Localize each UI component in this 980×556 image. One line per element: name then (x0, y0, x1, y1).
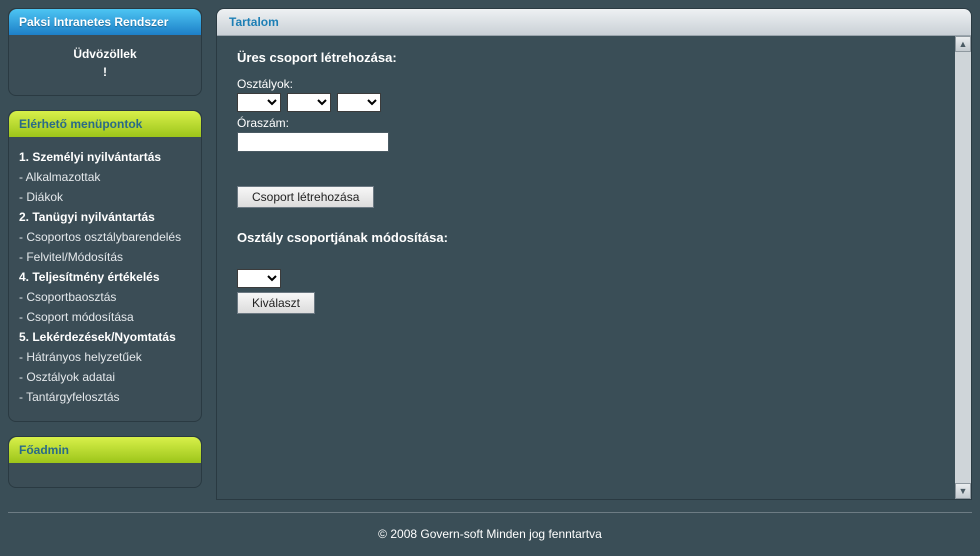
welcome-punct: ! (19, 63, 191, 81)
modify-class-select[interactable] (237, 269, 281, 288)
class-select-1[interactable] (237, 93, 281, 112)
menu-heading: 5. Lekérdezések/Nyomtatás (19, 327, 191, 347)
content-header: Tartalom (217, 9, 971, 36)
admin-header[interactable]: Főadmin (9, 437, 201, 463)
menu-heading: 2. Tanügyi nyilvántartás (19, 207, 191, 227)
menu-item[interactable]: Tantárgyfelosztás (19, 387, 191, 407)
menu-item[interactable]: Hátrányos helyzetűek (19, 347, 191, 367)
menu-heading: 4. Teljesítmény értékelés (19, 267, 191, 287)
create-group-button[interactable]: Csoport létrehozása (237, 186, 374, 208)
create-group-title: Üres csoport létrehozása: (237, 50, 951, 65)
system-title: Paksi Intranetes Rendszer (9, 9, 201, 35)
create-group-section: Üres csoport létrehozása: Osztályok: Óra… (237, 50, 951, 208)
menu-heading: 1. Személyi nyilvántartás (19, 147, 191, 167)
hours-input[interactable] (237, 132, 389, 152)
sidebar: Paksi Intranetes Rendszer Üdvözöllek ! E… (8, 8, 202, 502)
menu-list: 1. Személyi nyilvántartásAlkalmazottakDi… (19, 147, 191, 407)
menu-item[interactable]: Alkalmazottak (19, 167, 191, 187)
scrollbar[interactable]: ▲ ▼ (955, 36, 971, 499)
content-body: Üres csoport létrehozása: Osztályok: Óra… (217, 36, 971, 499)
select-button[interactable]: Kiválaszt (237, 292, 315, 314)
menu-item[interactable]: Csoport módosítása (19, 307, 191, 327)
system-title-panel: Paksi Intranetes Rendszer Üdvözöllek ! (8, 8, 202, 96)
content-panel: Tartalom Üres csoport létrehozása: Osztá… (216, 8, 972, 500)
admin-panel: Főadmin (8, 436, 202, 488)
hours-label: Óraszám: (237, 116, 951, 130)
class-select-3[interactable] (337, 93, 381, 112)
welcome-text: Üdvözöllek (19, 45, 191, 63)
scroll-up-icon[interactable]: ▲ (955, 36, 971, 52)
welcome-box: Üdvözöllek ! (9, 35, 201, 95)
menu-item[interactable]: Diákok (19, 187, 191, 207)
modify-group-section: Osztály csoportjának módosítása: Kiválas… (237, 230, 951, 314)
classes-label: Osztályok: (237, 77, 951, 91)
footer-copyright: © 2008 Govern-soft Minden jog fenntartva (8, 513, 972, 555)
menu-item[interactable]: Osztályok adatai (19, 367, 191, 387)
menu-item[interactable]: Felvitel/Módosítás (19, 247, 191, 267)
admin-body (9, 463, 201, 487)
menu-item[interactable]: Csoportbaosztás (19, 287, 191, 307)
modify-group-title: Osztály csoportjának módosítása: (237, 230, 951, 245)
class-select-2[interactable] (287, 93, 331, 112)
menu-panel: Elérhető menüpontok 1. Személyi nyilvánt… (8, 110, 202, 422)
scroll-down-icon[interactable]: ▼ (955, 483, 971, 499)
menu-header: Elérhető menüpontok (9, 111, 201, 137)
menu-item[interactable]: Csoportos osztálybarendelés (19, 227, 191, 247)
